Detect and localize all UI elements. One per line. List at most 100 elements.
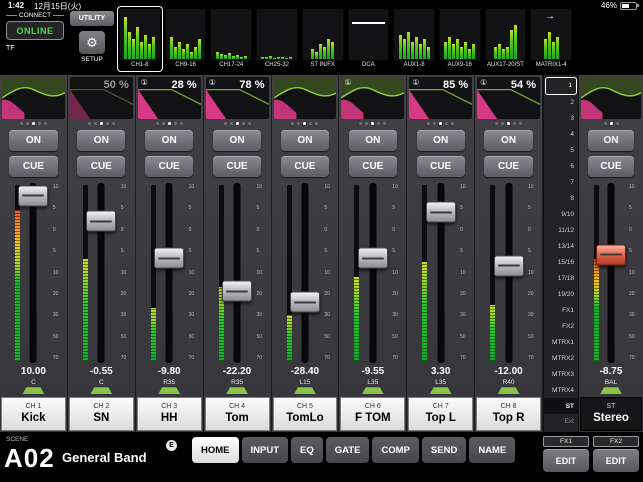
tab-input[interactable]: INPUT [242,437,289,463]
cue-button[interactable]: CUE [588,156,634,177]
scene-panel[interactable]: SCENE A02 General Band E [4,434,186,480]
on-button[interactable]: ON [77,130,125,151]
cue-button[interactable]: CUE [213,156,261,177]
on-button[interactable]: ON [588,130,634,151]
fader-cap[interactable] [358,248,388,269]
processing-thumbnail[interactable]: ① 85 % [409,77,472,119]
channel-name[interactable]: CH 7 Top L [408,397,473,431]
bus-item[interactable]: 2 [544,95,578,111]
bus-item[interactable]: ST [544,398,578,414]
cue-button[interactable]: CUE [77,156,125,177]
bus-item[interactable]: 19/20 [544,286,578,302]
bus-item[interactable]: MTRX2 [544,350,578,366]
pan-control[interactable]: C [0,378,67,396]
bus-item[interactable]: Ext [544,414,578,430]
bus-item[interactable]: 8 [544,191,578,207]
on-button[interactable]: ON [145,130,193,151]
fader[interactable]: 105051020305070 [272,181,339,365]
cue-button[interactable]: CUE [349,156,397,177]
channel-name[interactable]: CH 4 Tom [205,397,270,431]
bank-tab-aux17-20-st[interactable]: AUX17-20/ST [484,7,528,71]
tab-send[interactable]: SEND [422,437,466,463]
bank-tab-stin-fx[interactable]: ST IN/FX [301,7,345,71]
channel-name[interactable]: CH 3 HH [137,397,202,431]
fader-cap[interactable] [290,292,320,313]
processing-thumbnail[interactable] [2,77,65,119]
fader[interactable]: 105051020305070 [136,181,203,365]
cue-button[interactable]: CUE [281,156,329,177]
pan-control[interactable]: R35 [136,378,203,396]
pan-control[interactable]: R35 [204,378,271,396]
bus-item[interactable]: 3 [544,111,578,127]
fader-cap[interactable] [494,255,524,276]
processing-thumbnail[interactable]: 50 % [70,77,133,119]
bank-tab-ch1-8[interactable]: CH1-8 [118,7,162,71]
channel-name[interactable]: CH 1 Kick [1,397,66,431]
pan-control[interactable]: L35 [339,378,406,396]
fader[interactable]: 105051020305070 [339,181,406,365]
bus-item[interactable]: 9/10 [544,207,578,223]
bus-item[interactable]: 17/18 [544,270,578,286]
bus-item[interactable]: 4 [544,127,578,143]
processing-thumbnail[interactable]: ① 54 % [477,77,540,119]
bus-item[interactable]: 13/14 [544,239,578,255]
bank-tab-aux9-16[interactable]: AUX9-16 [438,7,482,71]
fader-cap[interactable] [154,248,184,269]
online-button[interactable]: ONLINE [6,21,64,40]
on-button[interactable]: ON [213,130,261,151]
bus-item[interactable]: MTRX1 [544,334,578,350]
balance-control[interactable]: BAL [579,378,643,396]
bus-item[interactable]: 15/16 [544,254,578,270]
bus-item[interactable]: MTRX4 [544,382,578,398]
bank-tab-dca[interactable]: DCA [347,7,391,71]
cue-button[interactable]: CUE [145,156,193,177]
bank-tab-ch25-32[interactable]: CH25-32 [255,7,299,71]
pan-control[interactable]: R40 [475,378,542,396]
fader[interactable]: 105051020305070 [407,181,474,365]
bank-tab-ch17-24[interactable]: CH17-24 [209,7,253,71]
fx1-edit-button[interactable]: EDIT [543,449,589,472]
on-button[interactable]: ON [484,130,532,151]
master-fader[interactable]: 105051020305070 [579,181,643,365]
fader-cap[interactable] [18,185,48,206]
bank-tab-aux1-8[interactable]: AUX1-8 [392,7,436,71]
fader[interactable]: 105051020305070 [0,181,67,365]
bank-tab-ch9-16[interactable]: CH9-16 [164,7,208,71]
fader[interactable]: 105051020305070 [204,181,271,365]
tab-comp[interactable]: COMP [372,437,419,463]
utility-button[interactable]: UTILITY [70,11,114,26]
pan-control[interactable]: L35 [407,378,474,396]
bus-item[interactable]: FX2 [544,318,578,334]
channel-name[interactable]: CH 5 TomLo [273,397,338,431]
processing-thumbnail[interactable]: ① [341,77,404,119]
bus-item[interactable]: 7 [544,175,578,191]
tab-home[interactable]: HOME [192,437,239,463]
cue-button[interactable]: CUE [484,156,532,177]
processing-thumbnail[interactable] [274,77,337,119]
bus-item[interactable]: FX1 [544,302,578,318]
fader-cap[interactable] [426,202,456,223]
tab-eq[interactable]: EQ [291,437,323,463]
bus-item[interactable]: 5 [544,143,578,159]
channel-name[interactable]: CH 6 F TOM [340,397,405,431]
fader-cap[interactable] [596,244,626,265]
bus-item[interactable]: MTRX3 [544,366,578,382]
on-button[interactable]: ON [417,130,465,151]
tab-name[interactable]: NAME [469,437,515,463]
fx2-edit-button[interactable]: EDIT [593,449,639,472]
pan-control[interactable]: C [68,378,135,396]
on-button[interactable]: ON [281,130,329,151]
processing-thumbnail[interactable]: ① 28 % [138,77,201,119]
fader[interactable]: 105051020305070 [475,181,542,365]
master-name[interactable]: ST Stereo [580,397,642,431]
bus-item[interactable]: 1 [545,77,577,95]
fader-cap[interactable] [86,211,116,232]
channel-name[interactable]: CH 2 SN [69,397,134,431]
tab-gate[interactable]: GATE [326,437,370,463]
setup-button[interactable]: ⚙ SETUP [72,31,112,63]
pan-control[interactable]: L15 [272,378,339,396]
cue-button[interactable]: CUE [9,156,57,177]
bus-item[interactable]: 11/12 [544,223,578,239]
on-button[interactable]: ON [349,130,397,151]
on-button[interactable]: ON [9,130,57,151]
